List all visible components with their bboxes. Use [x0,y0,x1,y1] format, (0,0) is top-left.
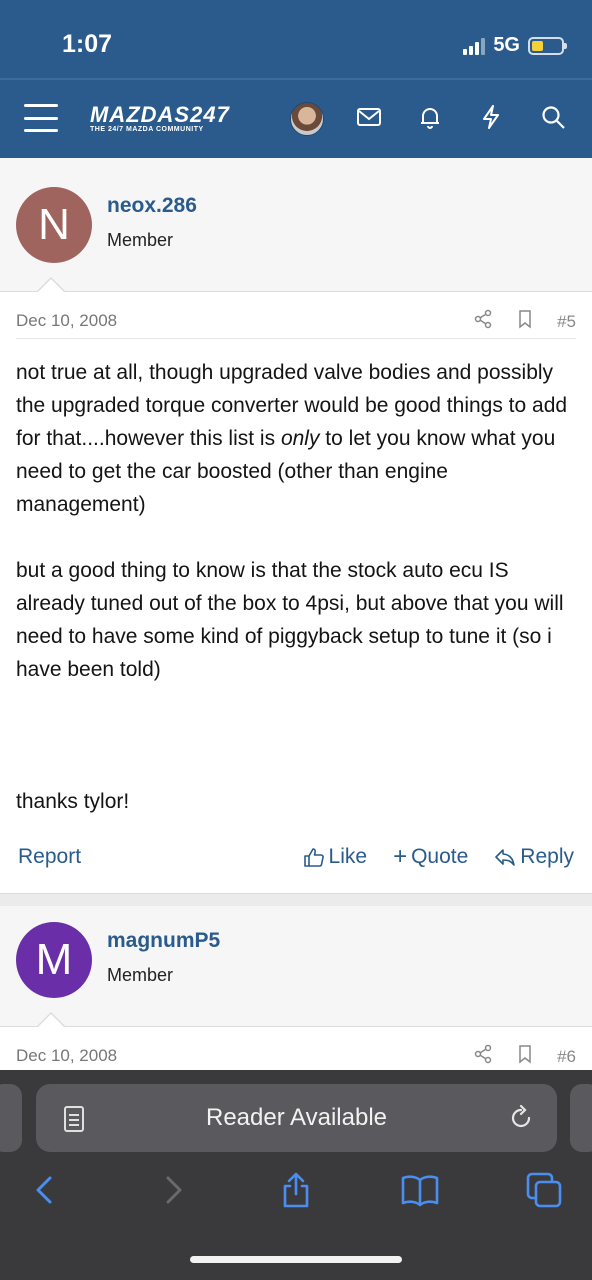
caret [37,1014,65,1028]
post-date[interactable]: Dec 10, 2008 [16,311,117,331]
share-icon[interactable] [276,1170,316,1210]
post-top-actions: #5 [473,309,576,334]
user-title: Member [107,965,174,985]
divider [0,1026,592,1027]
user-title: Member [107,230,174,250]
username[interactable]: neox.286 [107,194,197,218]
bell-icon[interactable] [415,102,445,132]
home-indicator[interactable] [190,1256,402,1263]
reply-label: Reply [520,845,574,868]
mail-icon[interactable] [354,102,384,132]
network-type: 5G [493,34,520,56]
bookmark-icon[interactable] [515,1044,535,1069]
share-icon[interactable] [473,1044,493,1069]
reply-button[interactable]: Reply [494,845,574,869]
battery-icon [528,36,567,55]
divider [0,291,592,292]
post-body: not true at all, though upgraded valve b… [16,356,582,818]
post-top-actions: #6 [473,1044,576,1069]
tabs-icon[interactable] [524,1170,564,1210]
safari-toolbar [0,1170,592,1220]
back-icon[interactable] [26,1170,66,1210]
bolt-icon[interactable] [476,102,506,132]
site-logo[interactable]: MAZDAS247 THE 24/7 MAZDA COMMUNITY [90,102,250,142]
signal-icon [463,37,486,55]
post-number[interactable]: #5 [557,312,576,332]
next-tab-pill[interactable] [570,1084,592,1152]
previous-tab-pill[interactable] [0,1084,22,1152]
status-indicators: 5G [463,34,567,57]
status-time: 1:07 [62,30,113,58]
avatar[interactable]: M [16,922,92,998]
user-avatar[interactable] [290,102,324,136]
post-paragraph: not true at all, though upgraded valve b… [16,361,568,516]
post-footer: Report Like + Quote Reply [18,845,574,875]
divider [16,338,576,339]
post-date[interactable]: Dec 10, 2008 [16,1046,117,1066]
post-paragraph: but a good thing to know is that the sto… [16,559,564,681]
logo-text: MAZDAS247 [90,102,230,127]
address-bar[interactable]: Reader Available [36,1084,557,1152]
quote-label: Quote [411,845,469,868]
site-header: MAZDAS247 THE 24/7 MAZDA COMMUNITY [0,78,592,158]
post-paragraph: thanks tylor! [16,790,130,813]
status-bar: 1:07 5G [0,0,592,78]
reader-available-label: Reader Available [205,1104,388,1131]
reload-icon[interactable] [507,1104,535,1132]
share-icon[interactable] [473,309,493,334]
browser-toolbar: Reader Available [0,1070,592,1280]
quote-button[interactable]: + Quote [393,845,468,869]
bookmark-icon[interactable] [515,309,535,334]
bookmarks-icon[interactable] [400,1170,440,1210]
plus-icon: + [393,843,408,870]
caret [37,279,65,293]
post-number[interactable]: #6 [557,1047,576,1067]
like-label: Like [328,845,368,868]
report-link[interactable]: Report [18,845,81,869]
post-separator [0,894,592,906]
like-button[interactable]: Like [303,845,368,869]
search-icon[interactable] [538,102,568,132]
menu-icon[interactable] [24,104,58,132]
forward-icon[interactable] [152,1170,192,1210]
avatar[interactable]: N [16,187,92,263]
username[interactable]: magnumP5 [107,929,220,953]
